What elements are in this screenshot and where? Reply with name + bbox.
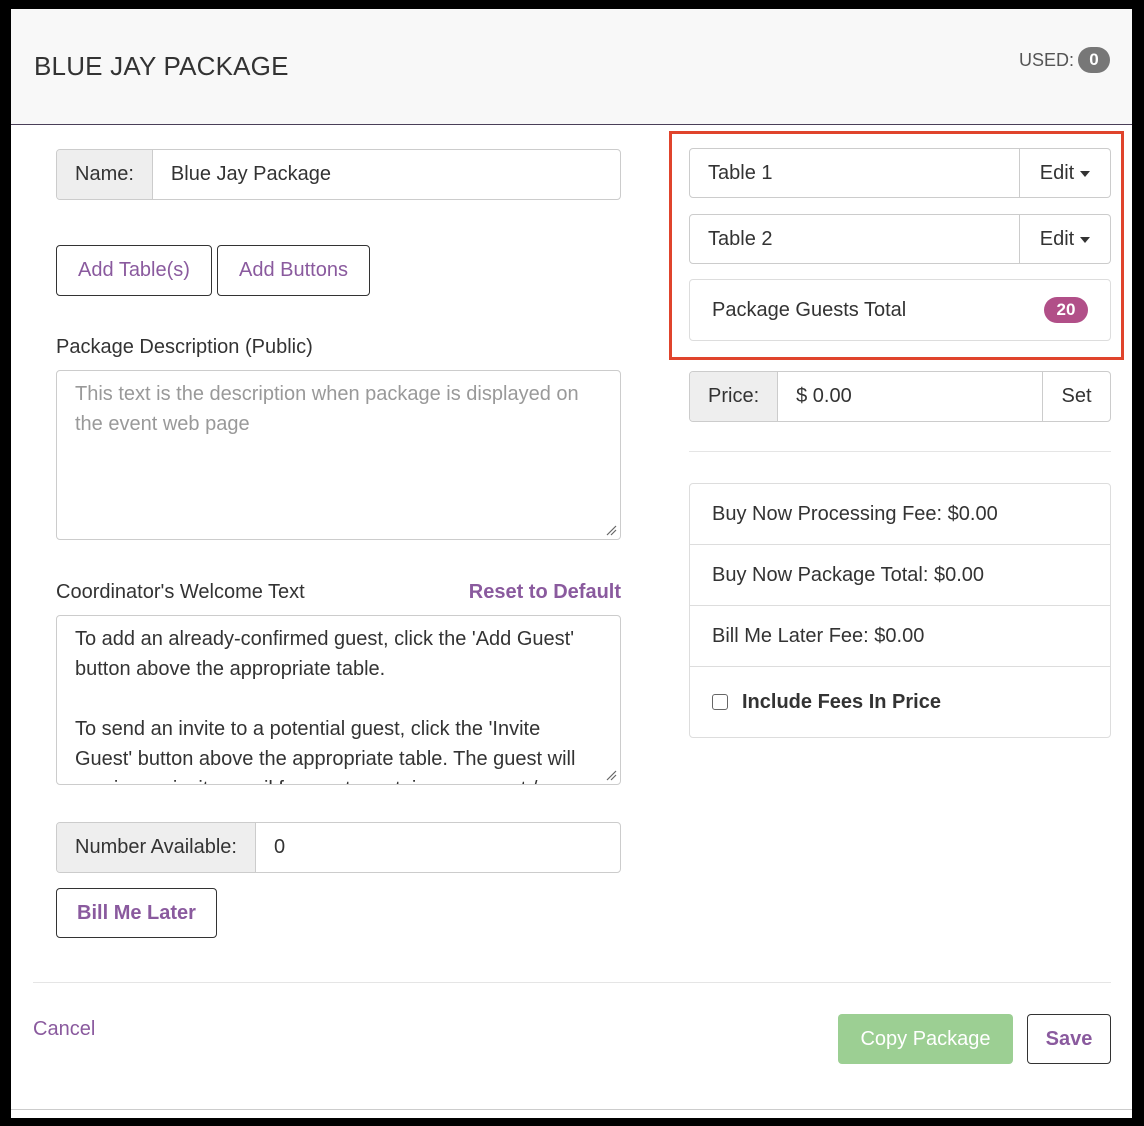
name-input[interactable]: Blue Jay Package: [153, 150, 620, 199]
resize-handle-icon[interactable]: [605, 769, 617, 781]
bottom-border: [11, 1109, 1132, 1110]
price-input-group: Price: $ 0.00 Set: [689, 371, 1111, 422]
description-textarea[interactable]: This text is the description when packag…: [56, 370, 621, 540]
package-guests-total: Package Guests Total 20: [689, 279, 1111, 341]
welcome-label: Coordinator's Welcome Text: [56, 581, 305, 603]
copy-package-button[interactable]: Copy Package: [838, 1014, 1013, 1064]
bill-later-fee: Bill Me Later Fee: $0.00: [690, 606, 1110, 667]
save-button[interactable]: Save: [1027, 1014, 1111, 1064]
price-input[interactable]: $ 0.00: [778, 372, 1042, 421]
divider: [689, 451, 1111, 452]
include-fees-label[interactable]: Include Fees In Price: [742, 691, 941, 714]
table-row: Table 1 Edit: [689, 148, 1111, 198]
footer-divider: [33, 982, 1111, 983]
table-edit-dropdown[interactable]: Edit: [1020, 148, 1111, 198]
table-edit-dropdown[interactable]: Edit: [1020, 214, 1111, 264]
reset-to-default-link[interactable]: Reset to Default: [469, 581, 621, 604]
number-available-group: Number Available: 0: [56, 822, 621, 873]
include-fees-checkbox[interactable]: [712, 694, 728, 710]
table-name[interactable]: Table 2: [689, 214, 1020, 264]
modal-header: BLUE JAY PACKAGE USED: 0: [11, 9, 1132, 125]
include-fees-row: Include Fees In Price: [690, 667, 1110, 737]
number-available-label: Number Available:: [57, 823, 256, 872]
set-price-button[interactable]: Set: [1042, 372, 1110, 421]
table-row: Table 2 Edit: [689, 214, 1111, 264]
name-label: Name:: [57, 150, 153, 199]
bill-me-later-button[interactable]: Bill Me Later: [56, 888, 217, 938]
caret-down-icon: [1080, 171, 1091, 177]
package-total: Buy Now Package Total: $0.00: [690, 545, 1110, 606]
welcome-paragraph-1: To add an already-confirmed guest, click…: [75, 628, 575, 680]
cancel-link[interactable]: Cancel: [33, 1018, 95, 1041]
name-input-group: Name: Blue Jay Package: [56, 149, 621, 200]
number-available-input[interactable]: 0: [256, 823, 620, 872]
fees-list: Buy Now Processing Fee: $0.00 Buy Now Pa…: [689, 483, 1111, 738]
modal-title: BLUE JAY PACKAGE: [34, 51, 289, 81]
guests-total-label: Package Guests Total: [712, 298, 907, 321]
resize-handle-icon[interactable]: [605, 524, 617, 536]
description-label: Package Description (Public): [56, 336, 313, 358]
processing-fee: Buy Now Processing Fee: $0.00: [690, 484, 1110, 545]
used-label: USED:: [1018, 49, 1074, 70]
welcome-textarea[interactable]: To add an already-confirmed guest, click…: [56, 615, 621, 785]
used-count-badge: 0: [1078, 47, 1110, 73]
guests-total-badge: 20: [1044, 297, 1088, 323]
used-indicator: USED: 0: [1019, 47, 1110, 73]
package-modal: BLUE JAY PACKAGE USED: 0 Name: Blue Jay …: [11, 9, 1132, 1118]
add-tables-button[interactable]: Add Table(s): [56, 245, 212, 296]
table-name[interactable]: Table 1: [689, 148, 1020, 198]
caret-down-icon: [1080, 237, 1091, 243]
description-placeholder: This text is the description when packag…: [75, 383, 579, 435]
welcome-paragraph-2: To send an invite to a potential guest, …: [75, 718, 576, 784]
edit-label: Edit: [1039, 227, 1075, 250]
add-buttons-button[interactable]: Add Buttons: [217, 245, 370, 296]
price-label: Price:: [690, 372, 779, 421]
edit-label: Edit: [1039, 161, 1075, 184]
